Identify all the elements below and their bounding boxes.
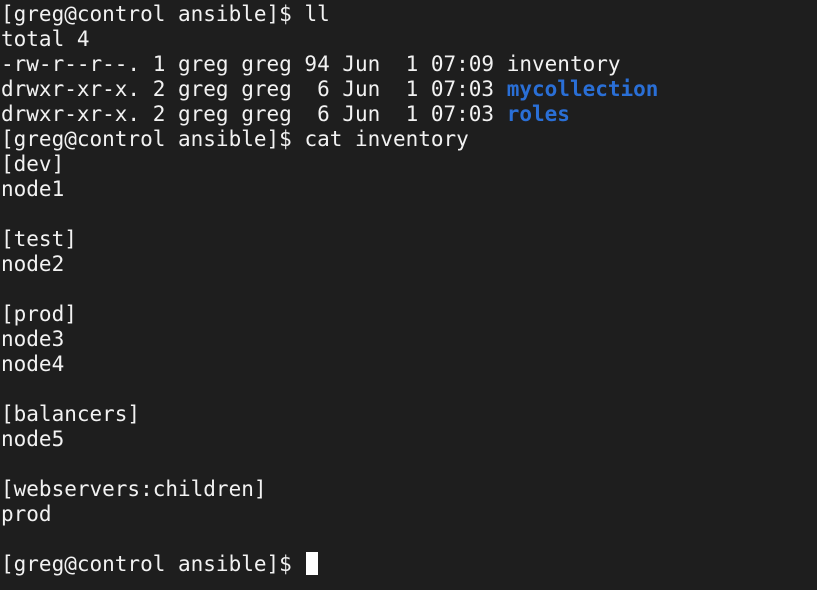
output-line: node5 <box>1 427 65 451</box>
output-line: [dev] <box>1 152 65 176</box>
output-line: [balancers] <box>1 402 141 426</box>
file-metadata: -rw-r--r--. 1 greg greg 94 Jun 1 07:09 <box>1 52 507 76</box>
prompt-line: [greg@control ansible]$ cat inventory <box>1 127 817 152</box>
active-prompt-line[interactable]: [greg@control ansible]$ <box>1 552 817 577</box>
ll-total-line: total 4 <box>1 27 90 51</box>
command-text: ll <box>304 2 330 26</box>
output-line: node3 <box>1 327 65 351</box>
shell-prompt: [greg@control ansible]$ <box>1 552 305 576</box>
file-metadata: drwxr-xr-x. 2 greg greg 6 Jun 1 07:03 <box>1 102 507 126</box>
output-line: node2 <box>1 252 65 276</box>
shell-prompt: [greg@control ansible]$ <box>1 2 305 26</box>
file-metadata: drwxr-xr-x. 2 greg greg 6 Jun 1 07:03 <box>1 77 507 101</box>
output-line: node4 <box>1 352 65 376</box>
text-cursor[interactable] <box>306 552 319 575</box>
terminal-window[interactable]: [greg@control ansible]$ ll total 4 -rw-r… <box>0 0 817 590</box>
output-line: prod <box>1 502 52 526</box>
prompt-line: [greg@control ansible]$ ll <box>1 2 817 27</box>
ll-row: drwxr-xr-x. 2 greg greg 6 Jun 1 07:03 my… <box>1 77 817 102</box>
directory-name: mycollection <box>506 77 659 101</box>
file-name: inventory <box>506 52 621 76</box>
directory-name: roles <box>506 102 570 126</box>
output-line: [webservers:children] <box>1 477 267 501</box>
command-text: cat inventory <box>304 127 469 151</box>
output-line: node1 <box>1 177 65 201</box>
output-line: [test] <box>1 227 77 251</box>
shell-prompt: [greg@control ansible]$ <box>1 127 305 151</box>
ll-row: -rw-r--r--. 1 greg greg 94 Jun 1 07:09 i… <box>1 52 817 77</box>
ll-row: drwxr-xr-x. 2 greg greg 6 Jun 1 07:03 ro… <box>1 102 817 127</box>
output-line: [prod] <box>1 302 77 326</box>
